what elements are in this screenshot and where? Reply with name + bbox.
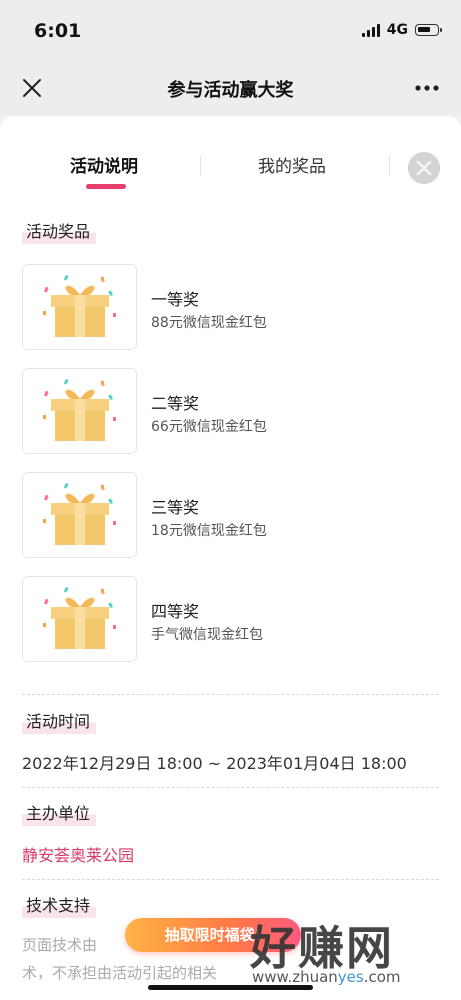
prize-item: 二等奖 66元微信现金红包 — [22, 368, 442, 456]
tab-divider — [200, 156, 201, 176]
watermark: 好赚网 www.zhuanyes.com — [250, 912, 450, 992]
prize-item: 四等奖 手气微信现金红包 — [22, 576, 442, 664]
prize-image-box — [22, 576, 137, 662]
panel-close-button[interactable] — [408, 152, 440, 184]
prize-name: 二等奖 — [151, 394, 200, 413]
prize-description: 88元微信现金红包 — [151, 315, 267, 331]
prizes-section-title: 活动奖品 — [22, 218, 97, 244]
organizer-section-title: 主办单位 — [22, 800, 97, 826]
prize-description: 18元微信现金红包 — [151, 523, 267, 539]
nav-bar: 参与活动赢大奖 — [0, 60, 461, 116]
section-divider — [22, 694, 439, 695]
status-indicators: 4G — [361, 22, 442, 38]
gift-box-icon — [43, 586, 116, 649]
status-time: 6:01 — [34, 20, 82, 42]
activity-time-value: 2022年12月29日 18:00 ~ 2023年01月04日 18:00 — [22, 754, 407, 773]
prize-description: 66元微信现金红包 — [151, 419, 267, 435]
tab-my-prizes[interactable]: 我的奖品 — [258, 152, 326, 177]
status-bar: 6:01 4G — [0, 0, 461, 60]
organizer-value: 静安荟奥莱公园 — [22, 846, 135, 865]
watermark-url: www.zhuanyes.com — [252, 968, 401, 986]
prize-name: 三等奖 — [151, 498, 200, 517]
prize-image-box — [22, 264, 137, 350]
gift-box-icon — [43, 378, 116, 441]
prize-name: 四等奖 — [151, 602, 200, 621]
tab-divider — [389, 156, 390, 176]
prize-image-box — [22, 368, 137, 454]
prize-image-box — [22, 472, 137, 558]
tab-bar: 活动说明 我的奖品 — [0, 116, 461, 206]
tech-support-text: 术，不承担由活动引起的相关 — [22, 964, 218, 982]
prize-name: 一等奖 — [151, 290, 200, 309]
close-icon — [417, 161, 431, 175]
section-divider — [22, 879, 439, 880]
gift-box-icon — [43, 274, 116, 337]
network-type: 4G — [386, 22, 408, 38]
active-tab-indicator — [86, 184, 126, 189]
gift-box-icon — [43, 482, 116, 545]
tech-section-title: 技术支持 — [22, 892, 97, 918]
tech-support-text: 页面技术由 — [22, 936, 98, 954]
page-title: 参与活动赢大奖 — [167, 80, 294, 101]
time-section-title: 活动时间 — [22, 708, 97, 734]
battery-icon — [415, 24, 442, 36]
prize-item: 三等奖 18元微信现金红包 — [22, 472, 442, 560]
home-indicator[interactable] — [148, 985, 313, 990]
prize-item: 一等奖 88元微信现金红包 — [22, 264, 442, 352]
section-divider — [22, 787, 439, 788]
content-panel: 活动说明 我的奖品 活动奖品 一等奖 88元微信现金红包 二等奖 66元微信现金… — [0, 116, 461, 1000]
signal-icon — [361, 23, 380, 37]
prize-description: 手气微信现金红包 — [151, 627, 263, 643]
more-icon[interactable] — [413, 78, 441, 98]
tab-activity-rules[interactable]: 活动说明 — [70, 152, 138, 177]
watermark-url-highlight: yes — [337, 968, 364, 986]
